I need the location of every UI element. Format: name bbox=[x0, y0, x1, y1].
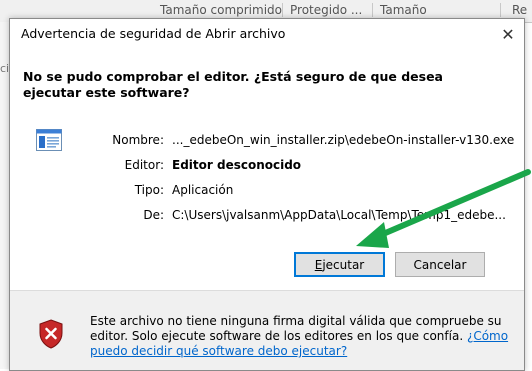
field-name: Nombre: ..._edebeOn_win_installer.zip\ed… bbox=[10, 133, 524, 151]
run-button-label: jecutar bbox=[322, 257, 365, 272]
column-size: Tamaño bbox=[380, 3, 427, 17]
background-left-edge: ci bbox=[0, 22, 9, 369]
question-text: No se pudo comprobar el editor. ¿Está se… bbox=[23, 69, 443, 100]
column-re: Re bbox=[512, 3, 528, 17]
field-label: Tipo: bbox=[134, 183, 164, 197]
run-button[interactable]: Ejecutar bbox=[294, 252, 385, 277]
security-shield-icon bbox=[39, 319, 63, 349]
column-compressed-size: Tamaño comprimido bbox=[160, 3, 282, 17]
column-separator bbox=[500, 3, 501, 17]
field-value: Editor desconocido bbox=[172, 158, 302, 172]
field-editor: Editor: Editor desconocido bbox=[10, 158, 524, 176]
unsigned-warning: Este archivo no tiene ninguna firma digi… bbox=[90, 314, 510, 359]
field-label: Nombre: bbox=[112, 133, 164, 147]
dialog-titlebar: Advertencia de seguridad de Abrir archiv… bbox=[10, 19, 524, 49]
field-label: De: bbox=[143, 208, 164, 222]
dialog-content: No se pudo comprobar el editor. ¿Está se… bbox=[10, 49, 524, 291]
column-protected: Protegido ... bbox=[290, 3, 363, 17]
field-value: C:\Users\jvalsanm\AppData\Local\Temp\Tem… bbox=[172, 208, 506, 222]
column-separator bbox=[372, 3, 373, 17]
close-button[interactable]: ✕ bbox=[492, 19, 524, 49]
dialog-footer: Este archivo no tiene ninguna firma digi… bbox=[10, 291, 524, 370]
cancel-button-label: Cancelar bbox=[413, 257, 467, 272]
cancel-button[interactable]: Cancelar bbox=[395, 252, 485, 277]
field-type: Tipo: Aplicación bbox=[10, 183, 524, 201]
column-separator bbox=[282, 3, 283, 17]
field-label: Editor: bbox=[124, 158, 164, 172]
left-fragment: ci bbox=[0, 62, 9, 75]
field-from: De: C:\Users\jvalsanm\AppData\Local\Temp… bbox=[10, 208, 524, 226]
field-value: ..._edebeOn_win_installer.zip\edebeOn-in… bbox=[172, 133, 515, 147]
dialog-title: Advertencia de seguridad de Abrir archiv… bbox=[21, 26, 286, 41]
close-icon: ✕ bbox=[501, 24, 515, 44]
security-warning-dialog: Advertencia de seguridad de Abrir archiv… bbox=[9, 18, 525, 371]
warning-text: Este archivo no tiene ninguna firma digi… bbox=[90, 314, 502, 343]
field-value: Aplicación bbox=[172, 183, 234, 197]
